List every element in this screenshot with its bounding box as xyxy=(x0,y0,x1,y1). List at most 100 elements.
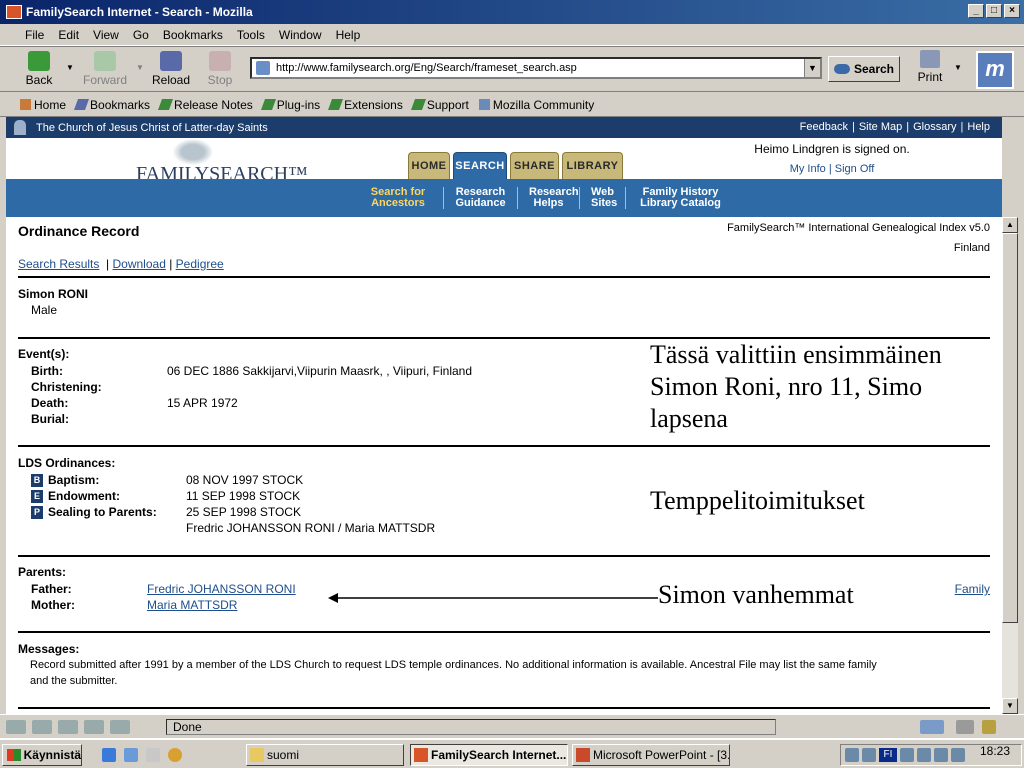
composer-icon[interactable] xyxy=(58,719,78,734)
menu-go[interactable]: Go xyxy=(126,28,156,42)
stop-button[interactable]: Stop xyxy=(195,51,245,87)
mother-link[interactable]: Maria MATTSDR xyxy=(147,598,237,612)
sign-off-link[interactable]: Sign Off xyxy=(835,163,875,175)
start-button[interactable]: Käynnistä xyxy=(2,744,82,766)
sealing-value: 25 SEP 1998 STOCK xyxy=(186,505,301,519)
vertical-scrollbar[interactable]: ▲ ▼ xyxy=(1002,217,1018,714)
my-info-link[interactable]: My Info xyxy=(790,163,826,175)
volume-icon[interactable] xyxy=(862,748,876,762)
family-link[interactable]: Family xyxy=(955,582,990,596)
bookmarks-icon xyxy=(74,99,90,110)
death-label: Death: xyxy=(31,396,69,410)
scrollbar-thumb[interactable] xyxy=(1002,233,1018,623)
network-icon[interactable] xyxy=(845,748,859,762)
address-book-icon[interactable] xyxy=(84,719,104,734)
nav-family-history-library-catalog[interactable]: Family History Library Catalog xyxy=(625,187,735,209)
personal-plugins-link[interactable]: Plug-ins xyxy=(260,97,321,112)
signed-in-status: Heimo Lindgren is signed on. xyxy=(754,142,910,156)
tray-icon[interactable] xyxy=(951,748,965,762)
tab-share[interactable]: SHARE xyxy=(510,152,559,179)
baptism-badge: B xyxy=(31,474,43,488)
tab-library[interactable]: LIBRARY xyxy=(562,152,623,179)
divider xyxy=(18,555,990,557)
task-familysearch[interactable]: FamilySearch Internet... xyxy=(410,744,568,766)
annotation-arrow xyxy=(328,593,658,603)
print-dropdown-icon[interactable]: ▼ xyxy=(954,63,962,72)
windows-logo-icon xyxy=(7,749,21,761)
scroll-up-arrow[interactable]: ▲ xyxy=(1002,217,1018,233)
feedback-link[interactable]: Feedback xyxy=(796,121,852,133)
nav-research-helps[interactable]: Research Helps xyxy=(517,187,579,209)
search-subnav: Search for Ancestors Research Guidance R… xyxy=(6,179,1002,217)
menu-file[interactable]: File xyxy=(18,28,51,42)
mail-icon[interactable] xyxy=(32,719,52,734)
tab-search[interactable]: SEARCH xyxy=(453,152,507,179)
close-button[interactable]: × xyxy=(1004,4,1020,18)
father-link[interactable]: Fredric JOHANSSON RONI xyxy=(147,582,296,596)
personal-release-notes-link[interactable]: Release Notes xyxy=(158,97,253,112)
search-results-link[interactable]: Search Results xyxy=(18,257,99,271)
desktop-quicklaunch-icon[interactable] xyxy=(146,748,160,762)
nav-web-sites[interactable]: Web Sites xyxy=(579,187,625,209)
privacy-icon[interactable] xyxy=(956,720,974,734)
site-map-link[interactable]: Site Map xyxy=(855,121,906,133)
task-suomi[interactable]: suomi xyxy=(246,744,404,766)
menu-help[interactable]: Help xyxy=(329,28,368,42)
sealing-label: P Sealing to Parents: xyxy=(31,505,157,520)
personal-release-notes-label: Release Notes xyxy=(174,97,253,112)
menu-bookmarks[interactable]: Bookmarks xyxy=(156,28,230,42)
back-button[interactable]: Back xyxy=(14,51,64,87)
menu-view[interactable]: View xyxy=(86,28,126,42)
help-link[interactable]: Help xyxy=(963,121,994,133)
nav-search-for-ancestors[interactable]: Search for Ancestors xyxy=(353,187,443,209)
personal-bookmarks-link[interactable]: Bookmarks xyxy=(74,98,150,112)
person-name: Simon RONI xyxy=(18,287,89,301)
menu-tools[interactable]: Tools xyxy=(230,28,272,42)
menu-edit[interactable]: Edit xyxy=(51,28,86,42)
menu-window[interactable]: Window xyxy=(272,28,329,42)
tray-icon[interactable] xyxy=(900,748,914,762)
media-player-quicklaunch-icon[interactable] xyxy=(168,748,182,762)
pedigree-link[interactable]: Pedigree xyxy=(176,257,224,271)
personal-plugins-label: Plug-ins xyxy=(276,97,321,112)
ie-quicklaunch-icon[interactable] xyxy=(102,748,116,762)
tab-home[interactable]: HOME xyxy=(408,152,450,179)
search-button[interactable]: Search xyxy=(828,56,900,82)
chat-icon[interactable] xyxy=(110,719,130,734)
personal-extensions-link[interactable]: Extensions xyxy=(328,98,403,112)
security-lock-icon[interactable] xyxy=(982,720,996,734)
navigator-icon[interactable] xyxy=(6,719,26,734)
personal-mozilla-community-link[interactable]: Mozilla Community xyxy=(478,98,594,112)
forward-button[interactable]: Forward xyxy=(80,51,130,87)
personal-support-link[interactable]: Support xyxy=(410,98,469,112)
reload-button[interactable]: Reload xyxy=(146,51,196,87)
download-link[interactable]: Download xyxy=(113,257,166,271)
language-indicator[interactable]: FI xyxy=(879,748,897,762)
outlook-quicklaunch-icon[interactable] xyxy=(124,748,138,762)
annotation-temple-ordinances: Temppelitoimitukset xyxy=(650,486,865,515)
record-links: Search Results | Download | Pedigree xyxy=(18,257,224,271)
mozilla-throbber-icon[interactable]: m xyxy=(976,51,1014,89)
print-button[interactable]: Print xyxy=(910,50,950,84)
maximize-button[interactable]: □ xyxy=(986,4,1002,18)
record-source: FamilySearch™ International Genealogical… xyxy=(727,222,990,234)
page-proxy-icon[interactable] xyxy=(256,61,270,75)
back-arrow-icon xyxy=(28,51,50,71)
task-powerpoint[interactable]: Microsoft PowerPoint - [3... xyxy=(572,744,730,766)
minimize-button[interactable]: _ xyxy=(968,4,984,18)
nav-research-guidance[interactable]: Research Guidance xyxy=(443,187,517,209)
url-history-dropdown[interactable]: ▼ xyxy=(804,59,820,77)
glossary-link[interactable]: Glossary xyxy=(909,121,960,133)
mother-label: Mother: xyxy=(31,598,75,612)
url-input[interactable]: http://www.familysearch.org/Eng/Search/f… xyxy=(250,57,822,79)
online-status-icon[interactable] xyxy=(920,720,944,734)
christening-label: Christening: xyxy=(31,380,102,394)
forward-dropdown-icon[interactable]: ▼ xyxy=(136,63,144,72)
personal-home-link[interactable]: Home xyxy=(20,98,66,112)
back-dropdown-icon[interactable]: ▼ xyxy=(66,63,74,72)
window-title-bar[interactable]: FamilySearch Internet - Search - Mozilla… xyxy=(0,0,1024,24)
scroll-down-arrow[interactable]: ▼ xyxy=(1002,698,1018,714)
annotation-selected-person: Tässä valittiin ensimmäinen Simon Roni, … xyxy=(650,339,942,435)
tray-icon[interactable] xyxy=(917,748,931,762)
tray-icon[interactable] xyxy=(934,748,948,762)
